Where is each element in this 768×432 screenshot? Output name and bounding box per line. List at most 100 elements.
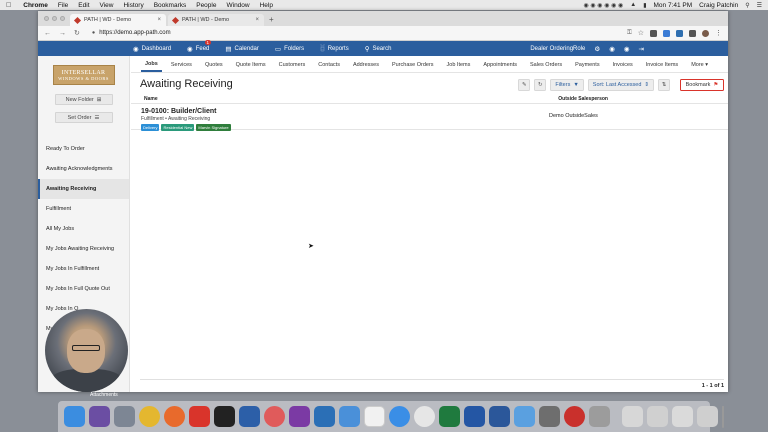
back-arrow-icon[interactable]: ← bbox=[44, 30, 51, 37]
black-app-icon[interactable] bbox=[214, 406, 235, 427]
chat-icon[interactable]: ◉ bbox=[609, 45, 615, 53]
excel-app-icon[interactable] bbox=[439, 406, 460, 427]
sidebar-item-all-my-jobs[interactable]: All My Jobs bbox=[38, 219, 129, 239]
url-field[interactable]: ● https://demo.app-path.com bbox=[92, 30, 171, 36]
status-icons[interactable]: ◉ ◉ ◉ ◉ ◉ ◉ bbox=[583, 2, 623, 9]
subtab-quote-items[interactable]: Quote Items bbox=[232, 62, 270, 72]
document-stack-icon[interactable] bbox=[622, 406, 643, 427]
extension-icon[interactable] bbox=[650, 29, 657, 37]
forward-arrow-icon[interactable]: → bbox=[59, 30, 66, 37]
sort-button[interactable]: Sort: Last Accessed ⇕ bbox=[587, 79, 654, 91]
siri-app-icon[interactable] bbox=[89, 406, 110, 427]
document-stack-icon[interactable] bbox=[647, 406, 668, 427]
key-icon[interactable]: ⚿ bbox=[627, 30, 632, 37]
launchpad-app-icon[interactable] bbox=[114, 406, 135, 427]
sidebar-item-ready-to-order[interactable]: Ready To Order bbox=[38, 139, 129, 159]
bookmark-star-icon[interactable]: ☆ bbox=[638, 29, 644, 37]
sidebar-item-my-jobs-in-full-quote-out[interactable]: My Jobs In Full Quote Out bbox=[38, 279, 129, 299]
job-title-link[interactable]: 19-0100: Builder/Client bbox=[141, 108, 728, 115]
notification-center-icon[interactable]: ☰ bbox=[757, 2, 762, 9]
extension-icon[interactable] bbox=[689, 29, 696, 37]
filters-button[interactable]: Filters ▼ bbox=[550, 79, 584, 91]
swirl-app-icon[interactable] bbox=[264, 406, 285, 427]
extension-icon[interactable] bbox=[676, 29, 683, 37]
close-tab-icon[interactable]: × bbox=[255, 17, 259, 23]
subtab-appointments[interactable]: Appointments bbox=[479, 62, 521, 72]
onenote-app-icon[interactable] bbox=[289, 406, 310, 427]
new-tab-plus-icon[interactable]: + bbox=[269, 15, 274, 26]
subtab-payments[interactable]: Payments bbox=[571, 62, 603, 72]
quicktime-app-icon[interactable] bbox=[464, 406, 485, 427]
photos-app-icon[interactable] bbox=[414, 406, 435, 427]
subtab-invoice-items[interactable]: Invoice Items bbox=[642, 62, 682, 72]
bookmark-button[interactable]: Bookmark ⚑ bbox=[680, 79, 724, 91]
sort-direction-button[interactable]: ⇅ bbox=[658, 79, 670, 91]
pen-app-icon[interactable] bbox=[314, 406, 335, 427]
subtab-jobs[interactable]: Jobs bbox=[141, 61, 162, 72]
subtab-more[interactable]: More ▾ bbox=[687, 62, 712, 72]
menu-help[interactable]: Help bbox=[260, 2, 273, 9]
reload-icon[interactable]: ↻ bbox=[74, 29, 80, 37]
kebab-menu-icon[interactable]: ⋮ bbox=[715, 29, 722, 37]
menu-app-name[interactable]: Chrome bbox=[23, 2, 48, 9]
browser-tab-1[interactable]: PATH | WD - Demo × bbox=[70, 14, 166, 26]
wifi-icon[interactable]: ▲ bbox=[630, 2, 636, 8]
set-order-button[interactable]: Set Order ☰ bbox=[54, 112, 113, 123]
firefox-app-icon[interactable] bbox=[164, 406, 185, 427]
messages-app-icon[interactable] bbox=[514, 406, 535, 427]
subtab-services[interactable]: Services bbox=[167, 62, 196, 72]
sidebar-item-awaiting-receiving[interactable]: Awaiting Receiving bbox=[38, 179, 129, 199]
chat-app-icon[interactable] bbox=[239, 406, 260, 427]
edit-app-icon[interactable] bbox=[339, 406, 360, 427]
nav-reports[interactable]: ░ Reports bbox=[320, 45, 349, 52]
edit-pencil-button[interactable]: ✎ bbox=[518, 79, 531, 91]
document-stack-icon[interactable] bbox=[697, 406, 718, 427]
gear-icon[interactable]: ⚙ bbox=[594, 45, 600, 53]
logout-icon[interactable]: ⇥ bbox=[639, 45, 644, 53]
subtab-invoices[interactable]: Invoices bbox=[609, 62, 637, 72]
menu-edit[interactable]: Edit bbox=[78, 2, 89, 9]
menu-people[interactable]: People bbox=[196, 2, 216, 9]
finder-app-icon[interactable] bbox=[64, 406, 85, 427]
sidebar-item-awaiting-acknowledgments[interactable]: Awaiting Acknowledgments bbox=[38, 159, 129, 179]
zoom-window-button[interactable] bbox=[60, 16, 65, 21]
chrome-app-icon[interactable] bbox=[139, 406, 160, 427]
subtab-purchase-orders[interactable]: Purchase Orders bbox=[388, 62, 438, 72]
subtab-job-items[interactable]: Job Items bbox=[443, 62, 475, 72]
subtab-quotes[interactable]: Quotes bbox=[201, 62, 227, 72]
nav-folders[interactable]: ▭ Folders bbox=[275, 45, 304, 53]
nav-search[interactable]: ⚲ Search bbox=[365, 45, 392, 53]
profile-avatar-icon[interactable] bbox=[702, 29, 709, 37]
menu-history[interactable]: History bbox=[123, 2, 143, 9]
new-folder-button[interactable]: New Folder ⊞ bbox=[54, 94, 113, 105]
calendar-app-icon[interactable] bbox=[364, 406, 385, 427]
table-row[interactable]: 19-0100: Builder/Client Fulfillment • Aw… bbox=[131, 104, 728, 131]
menu-window[interactable]: Window bbox=[226, 2, 249, 9]
close-tab-icon[interactable]: × bbox=[157, 17, 161, 23]
close-window-button[interactable] bbox=[44, 16, 49, 21]
attachments-label[interactable]: Attachments bbox=[90, 392, 118, 398]
system-preferences-app-icon[interactable] bbox=[539, 406, 560, 427]
horizontal-scrollbar[interactable] bbox=[140, 379, 724, 380]
menu-clock[interactable]: Mon 7:41 PM bbox=[654, 2, 693, 9]
apple-icon[interactable]:  bbox=[6, 2, 11, 9]
spotlight-icon[interactable]: ⚲ bbox=[745, 2, 749, 9]
subtab-sales-orders[interactable]: Sales Orders bbox=[526, 62, 566, 72]
extension-icon[interactable] bbox=[663, 29, 670, 37]
document-stack-icon[interactable] bbox=[672, 406, 693, 427]
nav-calendar[interactable]: ▤ Calendar bbox=[225, 45, 259, 53]
column-header-salesperson[interactable]: Outside Salesperson bbox=[558, 96, 608, 102]
preview-app-icon[interactable] bbox=[589, 406, 610, 427]
menu-file[interactable]: File bbox=[58, 2, 68, 9]
no-entry-app-icon[interactable] bbox=[564, 406, 585, 427]
minimize-window-button[interactable] bbox=[52, 16, 57, 21]
sidebar-item-my-jobs-awaiting-receiving[interactable]: My Jobs Awaiting Receiving bbox=[38, 239, 129, 259]
safari-app-icon[interactable] bbox=[389, 406, 410, 427]
nav-dashboard[interactable]: ◉ Dashboard bbox=[133, 45, 171, 53]
column-header-name[interactable]: Name bbox=[144, 96, 158, 102]
nav-feed[interactable]: ◉ Feed 1 bbox=[187, 39, 211, 53]
battery-icon[interactable]: ▮ bbox=[643, 2, 646, 9]
sidebar-item-my-jobs-in-fulfillment[interactable]: My Jobs In Fulfillment bbox=[38, 259, 129, 279]
subtab-customers[interactable]: Customers bbox=[275, 62, 310, 72]
browser-tab-2[interactable]: PATH | WD - Demo × bbox=[168, 14, 264, 26]
